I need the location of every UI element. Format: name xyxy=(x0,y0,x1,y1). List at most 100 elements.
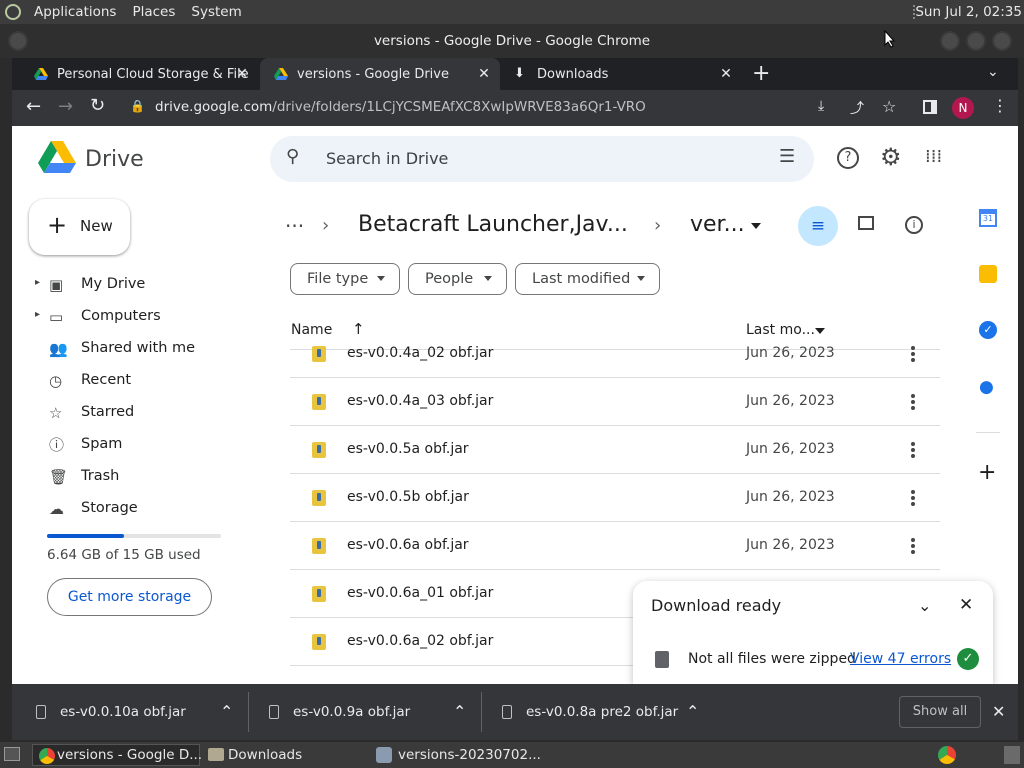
sidebar-item-computers[interactable]: ▸ ▭ Computers xyxy=(12,301,262,333)
profile-avatar[interactable]: N xyxy=(952,97,974,119)
sidebar-item-starred[interactable]: ☆ Starred xyxy=(12,397,262,429)
show-all-button[interactable]: Show all xyxy=(899,696,981,728)
last-modified-filter[interactable]: Last modified xyxy=(515,263,660,295)
storage-usage: 6.64 GB of 15 GB used xyxy=(47,547,201,563)
sidebar-item-storage[interactable]: ☁ Storage xyxy=(12,493,262,525)
dropdown-icon xyxy=(377,276,385,281)
panel-logo-icon[interactable] xyxy=(5,4,21,20)
more-breadcrumbs-icon[interactable]: ··· xyxy=(285,214,304,238)
sidebar-item-recent[interactable]: ◷ Recent xyxy=(12,365,262,397)
clock[interactable]: Sun Jul 2, 02:35 xyxy=(915,4,1022,20)
install-app-icon[interactable]: ⤓ xyxy=(818,98,824,114)
google-drive-icon xyxy=(34,68,48,80)
maximize-button[interactable] xyxy=(966,31,986,51)
view-errors-link[interactable]: View 47 errors xyxy=(850,651,951,667)
download-options-icon[interactable]: ⌃ xyxy=(686,702,699,721)
dropdown-icon xyxy=(484,276,492,281)
close-tab-icon[interactable]: ✕ xyxy=(718,66,734,82)
taskbar-item-downloads[interactable]: Downloads xyxy=(204,744,372,766)
keep-icon[interactable] xyxy=(979,265,997,283)
more-actions-icon[interactable] xyxy=(908,439,918,461)
filter-toggle-icon[interactable]: ≡ xyxy=(798,206,838,246)
collapse-chevron-icon[interactable]: ⌄ xyxy=(918,596,931,615)
downloads-shelf: es-v0.0.10a obf.jar ⌃ es-v0.0.9a obf.jar… xyxy=(12,684,1018,740)
shelf-divider xyxy=(481,692,482,732)
system-menu[interactable]: System xyxy=(183,4,249,20)
folder-dropdown-icon[interactable] xyxy=(751,223,761,229)
new-button[interactable]: + New xyxy=(29,199,130,255)
close-window-button[interactable] xyxy=(992,31,1012,51)
breadcrumb-parent[interactable]: Betacraft Launcher,Jav... xyxy=(358,212,628,237)
tasks-icon[interactable]: ✓ xyxy=(979,321,997,339)
settings-gear-icon[interactable]: ⚙ xyxy=(880,143,902,171)
window-titlebar[interactable]: versions - Google Drive - Google Chrome xyxy=(0,24,1024,58)
calendar-icon[interactable]: 31 xyxy=(979,209,997,227)
chrome-menu-icon[interactable]: ⋮ xyxy=(992,96,1008,115)
places-menu[interactable]: Places xyxy=(124,4,183,20)
sidebar-item-spam[interactable]: ⓘ Spam xyxy=(12,429,262,461)
jar-file-icon xyxy=(312,490,326,506)
site-info-icon[interactable]: 🔒 xyxy=(130,99,145,113)
help-icon[interactable]: ? xyxy=(837,147,859,169)
grid-view-icon[interactable] xyxy=(858,216,874,230)
more-actions-icon[interactable] xyxy=(908,391,918,413)
sidebar-item-my-drive[interactable]: ▸ ▣ My Drive xyxy=(12,269,262,301)
file-name: es-v0.0.6a_01 obf.jar xyxy=(347,585,494,601)
file-row[interactable]: es-v0.0.4a_02 obf.jar Jun 26, 2023 xyxy=(290,330,940,378)
contacts-icon[interactable]: ● xyxy=(979,377,994,397)
sidebar-item-shared-with-me[interactable]: 👥 Shared with me xyxy=(12,333,262,365)
download-options-icon[interactable]: ⌃ xyxy=(453,702,466,721)
apps-grid-icon[interactable]: ⁞⁞⁞ xyxy=(925,146,942,167)
get-more-storage-button[interactable]: Get more storage xyxy=(47,578,212,616)
search-options-icon[interactable]: ☰ xyxy=(779,146,795,167)
search-icon[interactable]: ⚲ xyxy=(286,146,299,167)
get-addons-plus-icon[interactable]: + xyxy=(978,460,996,485)
file-row[interactable]: es-v0.0.5b obf.jar Jun 26, 2023 xyxy=(290,474,940,522)
file-modified-date: Jun 26, 2023 xyxy=(746,345,835,361)
taskbar-item-chrome[interactable]: versions - Google D... xyxy=(32,744,202,766)
close-tab-icon[interactable]: ✕ xyxy=(234,66,250,82)
share-icon[interactable]: ⤴ xyxy=(850,98,864,118)
applications-menu[interactable]: Applications xyxy=(26,4,124,20)
tab-personal-cloud[interactable]: Personal Cloud Storage & File ✕ xyxy=(12,58,258,90)
side-panel-icon[interactable] xyxy=(923,100,937,114)
breadcrumb-current[interactable]: ver... xyxy=(690,212,745,237)
people-filter[interactable]: People xyxy=(408,263,507,295)
file-row[interactable]: es-v0.0.6a obf.jar Jun 26, 2023 xyxy=(290,522,940,570)
address-bar[interactable]: drive.google.com/drive/folders/1LCjYCSME… xyxy=(155,99,646,115)
file-modified-date: Jun 26, 2023 xyxy=(746,537,835,553)
close-shelf-icon[interactable]: ✕ xyxy=(992,702,1005,721)
file-name: es-v0.0.5b obf.jar xyxy=(347,489,469,505)
workspace-switcher[interactable] xyxy=(1004,746,1020,764)
expand-caret-icon[interactable]: ▸ xyxy=(35,277,40,288)
more-actions-icon[interactable] xyxy=(908,487,918,509)
minimize-button[interactable] xyxy=(940,31,960,51)
tab-strip: Personal Cloud Storage & File ✕ versions… xyxy=(12,58,1018,90)
back-icon[interactable]: ← xyxy=(26,96,41,117)
sidebar-item-trash[interactable]: 🗑 Trash xyxy=(12,461,262,493)
close-toast-icon[interactable]: ✕ xyxy=(959,595,973,615)
tray-chrome-icon[interactable] xyxy=(938,746,956,764)
search-input[interactable]: Search in Drive xyxy=(326,149,448,168)
forward-icon[interactable]: → xyxy=(58,96,73,117)
new-tab-icon[interactable]: + xyxy=(752,61,770,86)
tab-search-chevron-icon[interactable]: ⌄ xyxy=(987,64,999,80)
tab-label: versions - Google Drive xyxy=(297,66,449,82)
download-options-icon[interactable]: ⌃ xyxy=(220,702,233,721)
expand-caret-icon[interactable]: ▸ xyxy=(35,309,40,320)
details-info-icon[interactable]: i xyxy=(905,216,923,234)
file-type-filter[interactable]: File type xyxy=(290,263,400,295)
file-row[interactable]: es-v0.0.4a_03 obf.jar Jun 26, 2023 xyxy=(290,378,940,426)
more-actions-icon[interactable] xyxy=(908,535,918,557)
file-name: es-v0.0.4a_03 obf.jar xyxy=(347,393,494,409)
taskbar-item-archive[interactable]: versions-20230702... xyxy=(374,744,542,766)
file-row[interactable]: es-v0.0.5a obf.jar Jun 26, 2023 xyxy=(290,426,940,474)
close-tab-icon[interactable]: ✕ xyxy=(476,66,492,82)
reload-icon[interactable]: ↻ xyxy=(90,95,105,116)
show-desktop-icon[interactable] xyxy=(4,747,20,761)
more-actions-icon[interactable] xyxy=(908,343,918,365)
tab-versions[interactable]: versions - Google Drive ✕ xyxy=(260,58,500,90)
bookmark-star-icon[interactable]: ☆ xyxy=(882,97,896,116)
tab-downloads[interactable]: ⬇ Downloads ✕ xyxy=(502,58,742,90)
trash-icon: 🗑 xyxy=(49,468,69,486)
